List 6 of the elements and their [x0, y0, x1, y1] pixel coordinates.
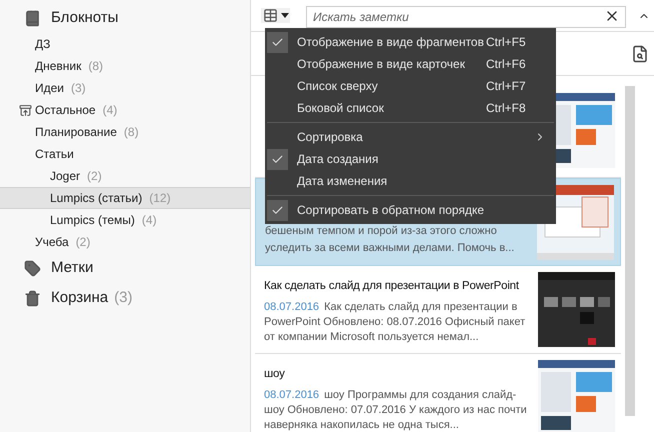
note-snippet: 08.07.2016 Как сделать слайд для презентации в PowerPoint Обновлено: 08.07.2016 Офисный пакет от компании Microsoft пользуется немал...	[264, 300, 526, 345]
note-snippet: уследить за всеми важными делами. Помочь в...	[265, 241, 516, 256]
note-title: Как сделать слайд для презентации в PowerPoint	[264, 279, 520, 294]
note-snippet: бешеным темпом и порой из-за этого сложно	[265, 224, 498, 239]
note-title: шоу	[264, 367, 286, 382]
note-snippet: 08.07.2016 шоу Программы для создания слайд-шоу Обновлено: 07.07.2016 У каждого из нас почти наверняка накопилась не одна тыся...	[264, 388, 528, 432]
